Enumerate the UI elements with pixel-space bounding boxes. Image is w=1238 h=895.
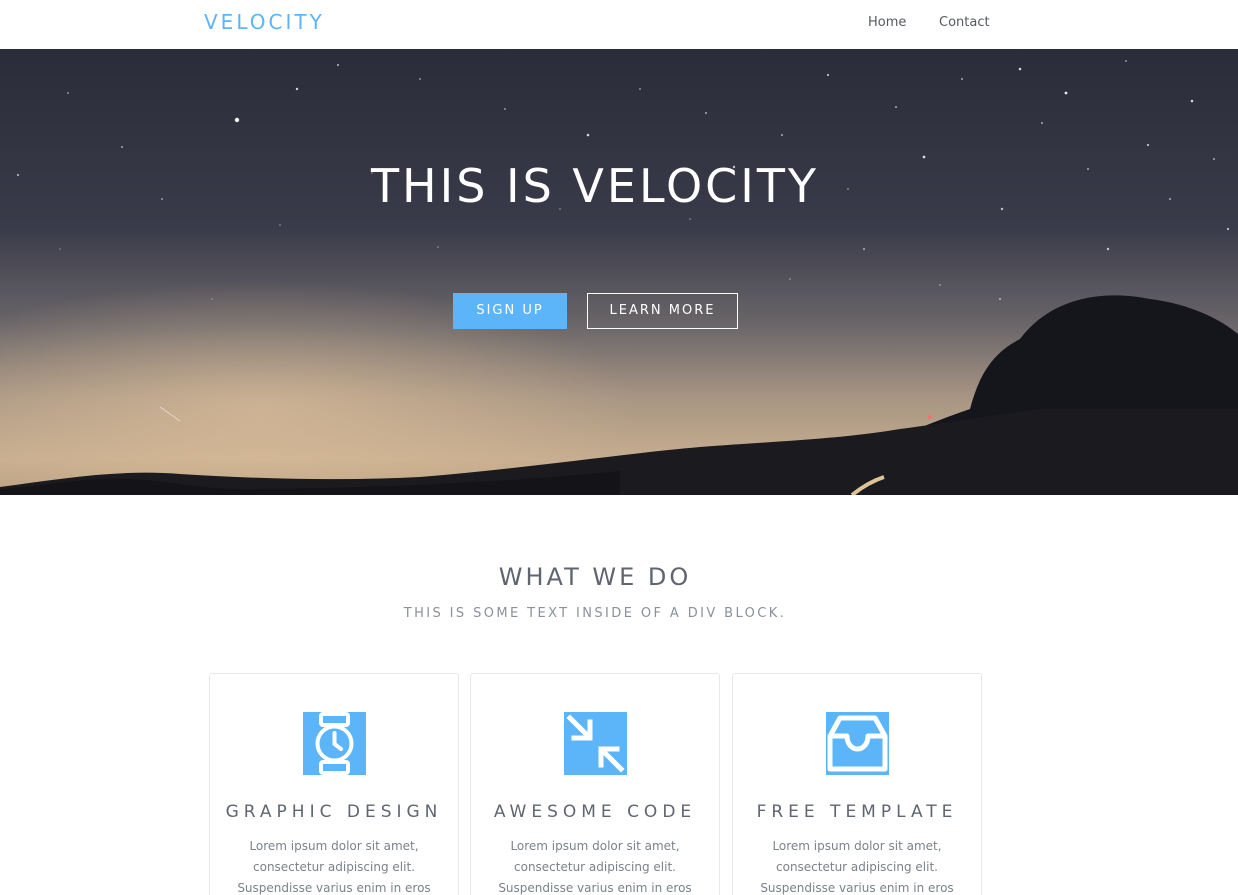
watch-icon: [303, 712, 366, 775]
card-title: AWESOME CODE: [493, 802, 697, 822]
feature-card-graphic-design: GRAPHIC DESIGN Lorem ipsum dolor sit ame…: [209, 673, 459, 895]
sign-up-button[interactable]: SIGN UP: [453, 293, 567, 329]
nav-link-home[interactable]: Home: [868, 15, 906, 30]
brand-logo[interactable]: VELOCITY: [204, 10, 325, 34]
feature-card-free-template: FREE TEMPLATE Lorem ipsum dolor sit amet…: [732, 673, 982, 895]
nav-link-contact[interactable]: Contact: [939, 15, 990, 30]
card-text: Lorem ipsum dolor sit amet, consectetur …: [760, 839, 954, 895]
compress-arrows-icon: [564, 712, 627, 775]
inbox-tray-icon: [826, 712, 889, 775]
navbar: VELOCITY Home Contact: [0, 0, 1238, 49]
card-title: FREE TEMPLATE: [756, 802, 958, 822]
hero-section: THIS IS VELOCITY SIGN UP LEARN MORE: [0, 49, 1238, 495]
hero-title: THIS IS VELOCITY: [370, 159, 820, 213]
card-text: Lorem ipsum dolor sit amet, consectetur …: [237, 839, 431, 895]
section-subtitle: THIS IS SOME TEXT INSIDE OF A DIV BLOCK.: [403, 606, 787, 621]
hero-night-sky-image: [0, 60, 1238, 495]
card-title: GRAPHIC DESIGN: [225, 802, 443, 822]
section-title: WHAT WE DO: [498, 563, 692, 591]
learn-more-button[interactable]: LEARN MORE: [587, 293, 738, 329]
card-text: Lorem ipsum dolor sit amet, consectetur …: [498, 839, 692, 895]
feature-card-awesome-code: AWESOME CODE Lorem ipsum dolor sit amet,…: [470, 673, 720, 895]
